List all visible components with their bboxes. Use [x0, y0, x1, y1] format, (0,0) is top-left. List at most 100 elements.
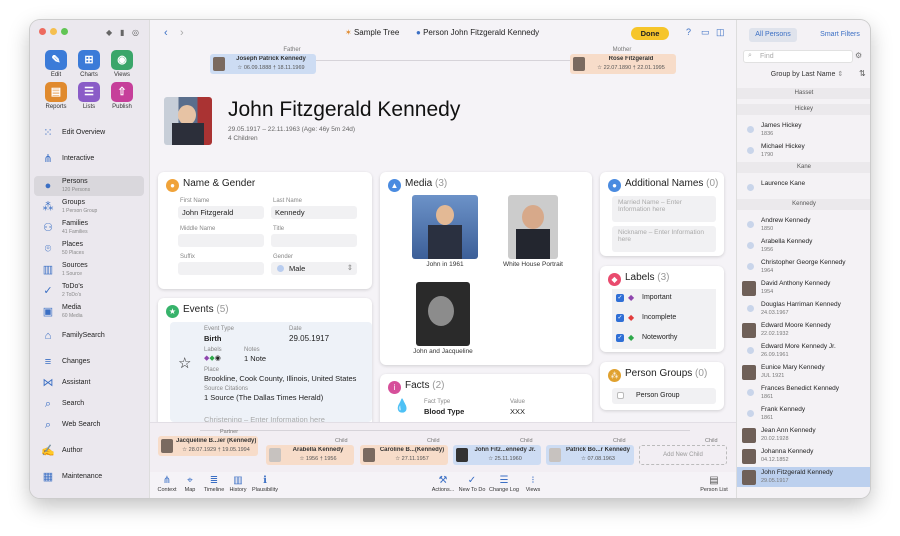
find-input[interactable]: ⌕ Find: [743, 50, 853, 63]
gender-select[interactable]: Male ⇕: [271, 262, 357, 275]
change-log-button[interactable]: ☰ Change Log: [488, 475, 520, 493]
group-by-select[interactable]: Group by Last Name ⇕: [757, 70, 857, 78]
list-item[interactable]: David Anthony Kennedy 1954: [737, 278, 870, 298]
minimize-window-button[interactable]: [50, 28, 57, 35]
tab-all-persons[interactable]: All Persons: [749, 28, 797, 42]
title-field[interactable]: [271, 234, 357, 247]
card-title: ★ Events (5): [166, 304, 229, 318]
first-name-field[interactable]: John Fitzgerald: [178, 206, 264, 219]
list-item[interactable]: Frances Benedict Kennedy 1861: [737, 383, 870, 403]
publish-button[interactable]: ⇧ Publish: [102, 82, 142, 110]
share-icon[interactable]: ◎: [132, 28, 139, 37]
avatar: [213, 57, 225, 71]
nav-search[interactable]: ⌕ Search: [34, 394, 144, 414]
nav-media[interactable]: ▣ Media 60 Media: [34, 302, 144, 322]
list-item-name: Andrew Kennedy: [761, 217, 811, 224]
list-item[interactable]: Arabella Kennedy 1956: [737, 236, 870, 256]
list-item[interactable]: Edward Moore Kennedy 22.02.1932: [737, 320, 870, 340]
checkbox-icon[interactable]: ✓: [616, 334, 624, 342]
section-header: Hickey: [737, 104, 870, 115]
bookmark-icon[interactable]: ▮: [120, 28, 124, 37]
nav-sources[interactable]: ▥ Sources 1 Source: [34, 260, 144, 280]
gender-dot-icon: [277, 265, 284, 272]
close-window-button[interactable]: [39, 28, 46, 35]
person-group-row[interactable]: Person Group: [612, 388, 716, 404]
list-item[interactable]: Edward More Kennedy Jr. 26.09.1961: [737, 341, 870, 361]
nav-maintenance[interactable]: ▦ Maintenance: [34, 467, 144, 487]
list-item[interactable]: Laurence Kane: [737, 178, 870, 198]
sidebar-toggle-icon[interactable]: ◫: [716, 27, 725, 38]
add-child-button[interactable]: Add New Child: [639, 445, 727, 465]
person-dot-icon: [747, 126, 754, 133]
nav-assistant[interactable]: ⋈ Assistant: [34, 373, 144, 393]
media-photo-1[interactable]: [412, 195, 478, 259]
child-box[interactable]: Arabella Kennedy ☆ 1956 † 1956: [266, 445, 354, 465]
nav-todos[interactable]: ✓ ToDo's 2 ToDo's: [34, 281, 144, 301]
child-box[interactable]: Patrick Bo...r Kennedy ☆ 07.08.1963: [546, 445, 634, 465]
father-box[interactable]: Joseph Patrick Kennedy ☆ 06.09.1888 † 18.…: [210, 54, 316, 74]
checkbox-icon[interactable]: ✓: [616, 314, 624, 322]
views-bottom-button[interactable]: ⁝ Views: [518, 475, 548, 493]
middle-name-field[interactable]: [178, 234, 264, 247]
nav-changes[interactable]: ≡ Changes: [34, 352, 144, 372]
checkbox-icon[interactable]: [617, 392, 624, 399]
list-item[interactable]: James Hickey 1836: [737, 120, 870, 140]
nav-families[interactable]: ⚇ Families 41 Families: [34, 218, 144, 238]
child-box[interactable]: John Fitz...ennedy Jr. ☆ 25.11.1960: [453, 445, 541, 465]
tree-title[interactable]: ✶ Sample Tree: [345, 28, 399, 37]
done-button[interactable]: Done: [631, 27, 669, 40]
event-labels: ◆◆◉: [204, 354, 221, 362]
forward-icon[interactable]: ›: [180, 27, 184, 39]
list-item[interactable]: Douglas Harriman Kennedy 24.03.1967: [737, 299, 870, 319]
nav-interactive[interactable]: ⋔ Interactive: [34, 149, 144, 169]
back-icon[interactable]: ‹: [164, 27, 168, 39]
new-todo-button[interactable]: ✓ New To Do: [456, 475, 488, 493]
married-name-field[interactable]: Married Name – Enter Information here: [612, 196, 716, 222]
publish-icon: ⇧: [111, 82, 133, 102]
list-item[interactable]: Michael Hickey 1790: [737, 141, 870, 161]
list-item[interactable]: John Fitzgerald Kennedy 29.05.1917: [737, 467, 870, 487]
partner-box[interactable]: Jacqueline B...ier (Kennedy) ☆ 28.07.1929…: [158, 436, 258, 456]
help-icon[interactable]: ?: [686, 27, 691, 37]
last-name-field[interactable]: Kennedy: [271, 206, 357, 219]
list-item[interactable]: Christopher George Kennedy 1964: [737, 257, 870, 277]
nav-persons[interactable]: ● Persons 120 Persons: [34, 176, 144, 196]
event-birth-row[interactable]: [170, 322, 372, 422]
nav-edit-overview[interactable]: ⁙ Edit Overview: [34, 123, 144, 143]
tab-smart-filters[interactable]: Smart Filters: [815, 28, 865, 42]
gear-icon[interactable]: ⚙: [855, 51, 862, 60]
tag-icon[interactable]: ◆: [106, 28, 112, 37]
child-box[interactable]: Caroline B...(Kennedy) ☆ 27.11.1957: [360, 445, 448, 465]
list-item[interactable]: Eunice Mary Kennedy JUL 1921: [737, 362, 870, 382]
nav-familysearch[interactable]: ⌂ FamilySearch: [34, 326, 144, 346]
label-row-incomplete[interactable]: ✓ ◆ Incomplete: [612, 309, 716, 329]
nav-groups[interactable]: ⁂ Groups 1 Person Group: [34, 197, 144, 217]
nav-author[interactable]: ✍ Author: [34, 441, 144, 461]
nav-web-search[interactable]: ⌕ Web Search: [34, 415, 144, 435]
nickname-field[interactable]: Nickname – Enter Information here: [612, 226, 716, 252]
nav-places[interactable]: ⌾ Places 50 Places: [34, 239, 144, 259]
suffix-label: Suffix: [180, 254, 195, 260]
suffix-field[interactable]: [178, 262, 264, 275]
list-item[interactable]: Johanna Kennedy 04.12.1852: [737, 446, 870, 466]
list-item[interactable]: Andrew Kennedy 1850: [737, 215, 870, 235]
person-photo[interactable]: [164, 97, 212, 145]
name-gender-card: ● Name & Gender First Name John Fitzgeral…: [158, 172, 372, 289]
media-photo-2[interactable]: [508, 195, 558, 259]
media-photo-3[interactable]: [416, 282, 470, 346]
person-list-button[interactable]: ▤ Person List: [696, 475, 732, 493]
list-item[interactable]: Jean Ann Kennedy 20.02.1928: [737, 425, 870, 445]
label-row-noteworthy[interactable]: ✓ ◆ Noteworthy: [612, 329, 716, 349]
sort-icon[interactable]: ⇅: [859, 69, 866, 78]
list-item[interactable]: Frank Kennedy 1861: [737, 404, 870, 424]
plausibility-button[interactable]: ℹ Plausibility: [248, 475, 282, 493]
checkbox-icon[interactable]: ✓: [616, 294, 624, 302]
person-breadcrumb[interactable]: ● Person John Fitzgerald Kennedy: [416, 28, 539, 37]
card-title: ◆ Labels (3): [608, 272, 669, 286]
label-row-important[interactable]: ✓ ◆ Important: [612, 289, 716, 309]
actions-button[interactable]: ⚒ Actions...: [428, 475, 458, 493]
views-button[interactable]: ◉ Views: [102, 50, 142, 78]
window-layout-icon[interactable]: ▭: [701, 27, 710, 38]
mother-box[interactable]: Rose Fitzgerald ☆ 22.07.1890 † 22.01.1995: [570, 54, 676, 74]
zoom-window-button[interactable]: [61, 28, 68, 35]
